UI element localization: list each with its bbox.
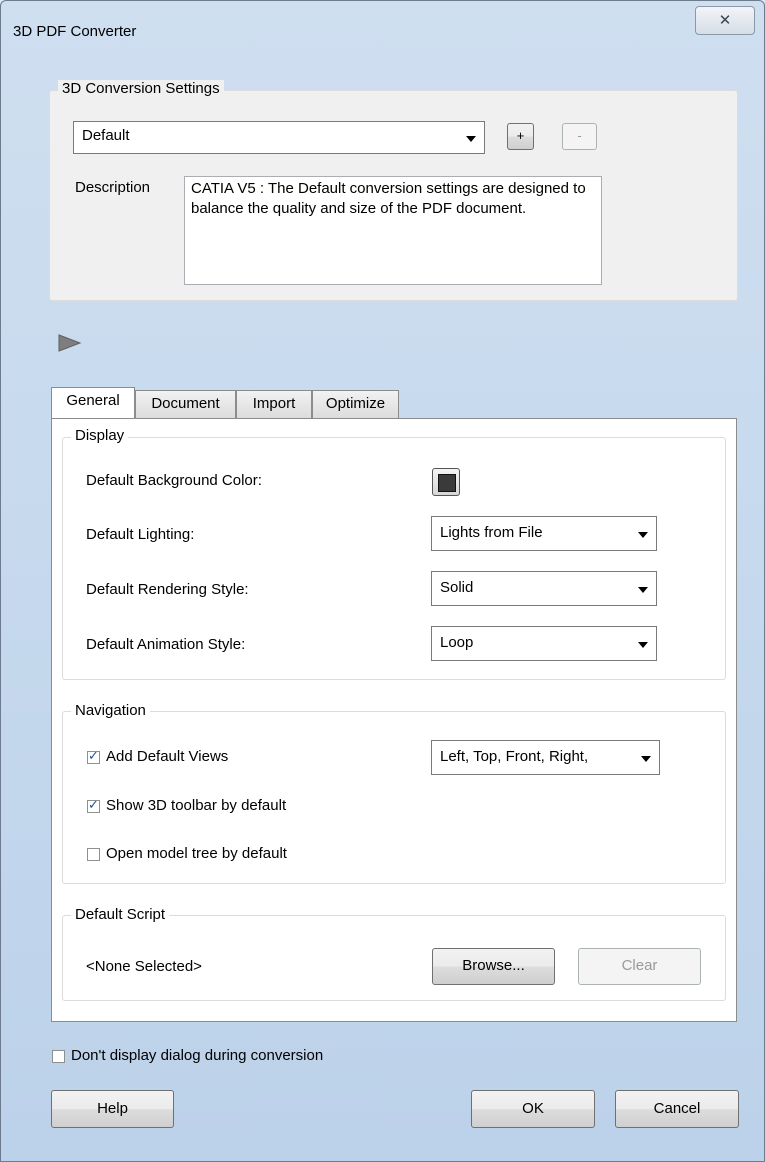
dont-display-label[interactable]: Don't display dialog during conversion: [71, 1047, 323, 1064]
bg-color-label: Default Background Color:: [86, 472, 262, 489]
chevron-down-icon: [459, 123, 483, 152]
show-toolbar-checkbox[interactable]: ✓: [87, 797, 100, 813]
lighting-select[interactable]: Lights from File: [431, 516, 657, 551]
add-preset-button[interactable]: +: [507, 123, 534, 150]
chevron-down-icon: [631, 518, 655, 549]
bg-color-swatch-button[interactable]: [432, 468, 460, 496]
tab-general[interactable]: General: [51, 387, 135, 418]
animation-label: Default Animation Style:: [86, 636, 246, 653]
clear-button[interactable]: Clear: [578, 948, 701, 985]
add-default-views-checkbox[interactable]: ✓: [87, 748, 100, 764]
browse-button[interactable]: Browse...: [432, 948, 555, 985]
open-model-tree-checkbox[interactable]: [87, 848, 100, 861]
cancel-button[interactable]: Cancel: [615, 1090, 739, 1128]
lighting-select-value: Lights from File: [440, 524, 543, 541]
tab-optimize[interactable]: Optimize: [312, 390, 399, 418]
rendering-select[interactable]: Solid: [431, 571, 657, 606]
animation-select[interactable]: Loop: [431, 626, 657, 661]
chevron-down-icon: [631, 628, 655, 659]
description-label: Description: [75, 179, 151, 196]
script-group-legend: Default Script: [71, 906, 170, 923]
tab-import[interactable]: Import: [236, 390, 312, 418]
lighting-label: Default Lighting:: [86, 526, 195, 543]
dont-display-checkbox[interactable]: [52, 1050, 65, 1063]
preset-select[interactable]: Default: [73, 121, 485, 154]
remove-preset-button[interactable]: -: [562, 123, 597, 150]
description-textbox[interactable]: CATIA V5 : The Default conversion settin…: [184, 176, 602, 285]
preset-select-value: Default: [82, 127, 130, 144]
help-button[interactable]: Help: [51, 1090, 174, 1128]
settings-group-legend: 3D Conversion Settings: [58, 80, 224, 97]
default-views-select-value: Left, Top, Front, Right,: [440, 748, 589, 765]
navigation-group-legend: Navigation: [71, 702, 150, 719]
rendering-label: Default Rendering Style:: [86, 581, 249, 598]
close-button[interactable]: ✕: [695, 6, 755, 35]
display-group-legend: Display: [71, 427, 129, 444]
chevron-down-icon: [634, 742, 658, 773]
script-selected-value: <None Selected>: [86, 958, 202, 975]
animation-select-value: Loop: [440, 634, 474, 651]
expand-triangle-icon[interactable]: [58, 334, 82, 352]
open-model-tree-label[interactable]: Open model tree by default: [106, 845, 287, 862]
window-title: 3D PDF Converter: [13, 23, 137, 40]
chevron-down-icon: [631, 573, 655, 604]
default-views-select[interactable]: Left, Top, Front, Right,: [431, 740, 660, 775]
title-bar[interactable]: 3D PDF Converter ✕: [1, 1, 764, 65]
bg-color-swatch: [438, 474, 456, 492]
close-icon: ✕: [718, 12, 732, 29]
ok-button[interactable]: OK: [471, 1090, 595, 1128]
rendering-select-value: Solid: [440, 579, 474, 596]
tab-document[interactable]: Document: [135, 390, 236, 418]
add-default-views-label[interactable]: Add Default Views: [106, 748, 228, 765]
show-toolbar-label[interactable]: Show 3D toolbar by default: [106, 797, 286, 814]
